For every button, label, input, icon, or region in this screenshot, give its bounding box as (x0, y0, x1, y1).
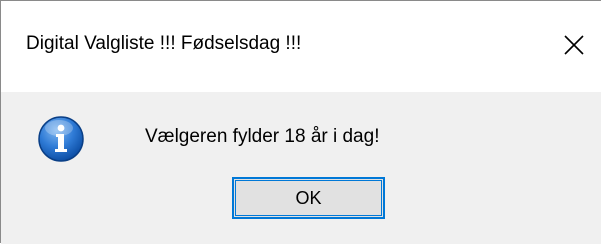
dialog-message: Vælgeren fylder 18 år i dag! (145, 126, 380, 147)
close-button[interactable] (549, 23, 601, 67)
dialog-content: Vælgeren fylder 18 år i dag! OK (1, 92, 601, 244)
info-icon (38, 116, 84, 162)
close-icon (564, 35, 584, 55)
ok-button-label: OK (295, 187, 322, 208)
title-bar: Digital Valgliste !!! Fødselsdag !!! (1, 1, 601, 92)
ok-button[interactable]: OK (232, 177, 385, 219)
dialog-title: Digital Valgliste !!! Fødselsdag !!! (26, 33, 302, 54)
message-box-dialog: Digital Valgliste !!! Fødselsdag !!! Væl… (0, 0, 601, 244)
